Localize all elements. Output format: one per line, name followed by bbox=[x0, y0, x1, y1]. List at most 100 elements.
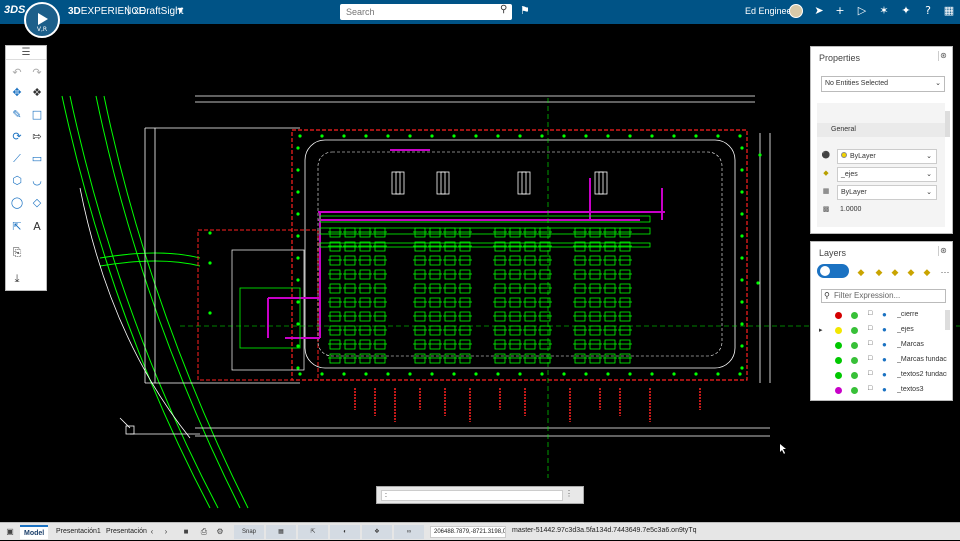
layer-row[interactable]: □ ● _textos2 fundaci... bbox=[815, 368, 947, 383]
tab-model[interactable]: Model bbox=[20, 525, 49, 539]
redo-icon[interactable]: ↷ bbox=[30, 66, 44, 80]
layer-color-dot[interactable] bbox=[835, 357, 842, 364]
lock-icon[interactable]: □ bbox=[868, 325, 872, 332]
filter-input[interactable]: ⚲ Filter Expression... bbox=[821, 289, 946, 303]
save-icon[interactable]: ■ bbox=[180, 526, 192, 538]
prop-row-layer[interactable]: ◆ _ejes ⌄ bbox=[821, 167, 937, 183]
polygon-icon[interactable]: ⬡ bbox=[10, 174, 24, 188]
tag-icon[interactable]: ⚑ bbox=[520, 4, 530, 17]
lock-icon[interactable]: □ bbox=[868, 385, 872, 392]
layer-color-dot[interactable] bbox=[835, 372, 842, 379]
general-section[interactable]: General bbox=[817, 123, 945, 137]
layer-row[interactable]: □ ● _cierre bbox=[815, 308, 947, 323]
select-icon[interactable]: ❖ bbox=[30, 86, 44, 100]
network-icon[interactable]: ✶ bbox=[877, 4, 891, 18]
layer-on-dot[interactable] bbox=[851, 327, 858, 334]
rectangle-icon[interactable]: □ bbox=[30, 108, 44, 122]
chevron-down-icon[interactable]: ▼ bbox=[176, 5, 185, 15]
ortho-button[interactable]: ⇱ bbox=[298, 525, 328, 539]
scale-icon: ▩ bbox=[822, 206, 830, 213]
selection-dropdown[interactable]: No Entities Selected ⌄ bbox=[821, 76, 945, 92]
layer-on-dot[interactable] bbox=[851, 342, 858, 349]
layer-color-dot[interactable] bbox=[835, 327, 842, 334]
command-input[interactable]: : bbox=[381, 490, 563, 501]
tools-icon[interactable]: ✦ bbox=[899, 4, 913, 18]
tab-presentacion[interactable]: Presentación bbox=[102, 525, 151, 539]
lock-icon[interactable]: □ bbox=[868, 370, 872, 377]
search-icon[interactable]: ⚲ bbox=[500, 4, 507, 15]
tab-presentacion1[interactable]: Presentación1 bbox=[52, 525, 105, 539]
avatar[interactable] bbox=[789, 4, 803, 18]
grid-icon[interactable]: ▦ bbox=[942, 4, 956, 18]
plus-icon[interactable]: + bbox=[833, 4, 847, 18]
lock-icon[interactable]: □ bbox=[868, 340, 872, 347]
box-icon[interactable]: ▭ bbox=[30, 152, 44, 166]
import-icon[interactable]: ⤓ bbox=[10, 272, 24, 286]
search-input[interactable] bbox=[340, 4, 512, 20]
3ds-logo[interactable]: 3DS bbox=[4, 4, 25, 16]
layer-color-dot[interactable] bbox=[835, 342, 842, 349]
layer-row[interactable]: ▸ □ ● _ejes bbox=[815, 323, 947, 338]
properties-scrollbar[interactable] bbox=[945, 111, 950, 137]
transparency-icon[interactable]: ● bbox=[882, 340, 887, 349]
transparency-icon[interactable]: ● bbox=[882, 370, 887, 379]
text-icon[interactable]: A bbox=[30, 220, 44, 234]
layer-freeze-icon[interactable]: ◆ bbox=[873, 266, 885, 278]
layers-scrollbar[interactable] bbox=[945, 310, 950, 330]
prop-row-linetype[interactable]: ▦ ByLayer ⌄ bbox=[821, 185, 937, 201]
transparency-icon[interactable]: ● bbox=[882, 325, 887, 334]
transparency-icon[interactable]: ● bbox=[882, 355, 887, 364]
arrow-icon[interactable]: ⇰ bbox=[30, 130, 44, 144]
prop-row-scale[interactable]: ▩ 1.0000 bbox=[821, 203, 937, 219]
rotate-icon[interactable]: ⟳ bbox=[10, 130, 24, 144]
share-icon[interactable]: ➤ bbox=[812, 4, 826, 18]
line-icon[interactable]: ⟋ bbox=[10, 152, 24, 166]
snap-button[interactable]: Snap bbox=[234, 525, 264, 539]
user-name[interactable]: Ed Engineer bbox=[745, 6, 795, 16]
play-icon[interactable]: ▷ bbox=[855, 4, 869, 18]
new-layer-icon[interactable]: ◆ bbox=[855, 266, 867, 278]
clipboard-icon[interactable]: ⎘ bbox=[10, 246, 24, 260]
layer-row[interactable]: □ ● _Marcas fundaci... bbox=[815, 353, 947, 368]
pin-icon[interactable]: ⊛ bbox=[938, 246, 948, 256]
layer-color-dot[interactable] bbox=[835, 312, 842, 319]
layer-on-dot[interactable] bbox=[851, 357, 858, 364]
lock-icon[interactable]: □ bbox=[868, 310, 872, 317]
more-icon[interactable]: ⋯ bbox=[939, 266, 951, 278]
layout-icon[interactable]: ▣ bbox=[4, 526, 16, 538]
command-history-icon[interactable]: ⋮ bbox=[565, 489, 573, 498]
arc-icon[interactable]: ◡ bbox=[30, 174, 44, 188]
lock-icon[interactable]: □ bbox=[868, 355, 872, 362]
prop-row-color[interactable]: ⚫ ByLayer ⌄ bbox=[821, 149, 937, 165]
layer-row[interactable]: □ ● _Marcas bbox=[815, 338, 947, 353]
transparency-icon[interactable]: ● bbox=[882, 310, 887, 319]
chevron-right-icon[interactable]: › bbox=[160, 526, 172, 538]
pen-icon[interactable]: ✎ bbox=[10, 108, 24, 122]
settings-icon[interactable]: ⚙ bbox=[214, 526, 226, 538]
chevron-left-icon[interactable]: ‹ bbox=[146, 526, 158, 538]
compass-widget[interactable]: V,R bbox=[24, 2, 60, 38]
grid-button[interactable]: ▦ bbox=[266, 525, 296, 539]
layer-current-icon[interactable]: ◆ bbox=[921, 266, 933, 278]
layer-on-dot[interactable] bbox=[851, 312, 858, 319]
layer-color-dot[interactable] bbox=[835, 387, 842, 394]
shape-icon[interactable]: ◇ bbox=[30, 196, 44, 210]
layer-lock-icon[interactable]: ◆ bbox=[889, 266, 901, 278]
polar-button[interactable]: ◐ bbox=[330, 525, 360, 539]
help-icon[interactable]: ? bbox=[921, 4, 935, 18]
circle-icon[interactable]: ◯ bbox=[10, 196, 24, 210]
etrack-button[interactable]: ∞ bbox=[394, 525, 424, 539]
pin-icon[interactable]: ⊛ bbox=[938, 51, 948, 61]
undo-icon[interactable]: ↶ bbox=[10, 66, 24, 80]
dimension-icon[interactable]: ⇱ bbox=[10, 220, 24, 234]
layer-delete-icon[interactable]: ◆ bbox=[905, 266, 917, 278]
layer-on-dot[interactable] bbox=[851, 387, 858, 394]
move-icon[interactable]: ✥ bbox=[10, 86, 24, 100]
toolbar-handle[interactable]: ☰ bbox=[6, 46, 46, 60]
layer-row[interactable]: □ ● _textos3 bbox=[815, 383, 947, 398]
esnap-button[interactable]: ❖ bbox=[362, 525, 392, 539]
layer-on-dot[interactable] bbox=[851, 372, 858, 379]
transparency-icon[interactable]: ● bbox=[882, 385, 887, 394]
layer-visibility-toggle[interactable] bbox=[817, 264, 849, 278]
print-icon[interactable]: ⎙ bbox=[198, 526, 210, 538]
